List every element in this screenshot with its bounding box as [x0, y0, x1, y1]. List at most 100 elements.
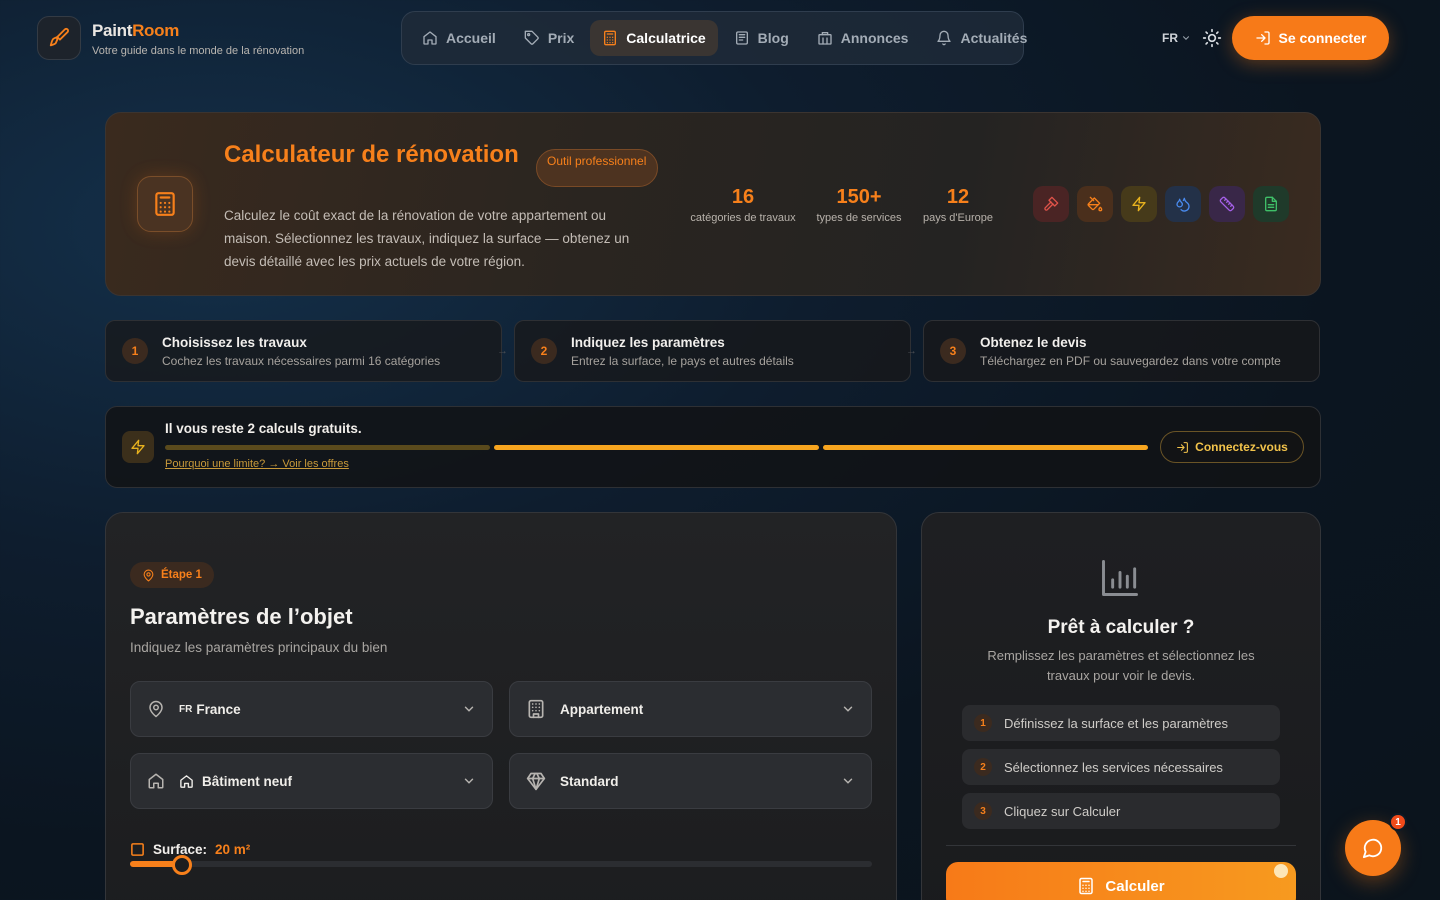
language-selector[interactable]: FR	[1162, 31, 1191, 45]
quota-bar-segment	[165, 445, 490, 450]
brand-name[interactable]: PaintRoom	[92, 21, 179, 41]
step-subtitle: Téléchargez en PDF ou sauvegardez dans v…	[980, 353, 1281, 368]
surface-label: Surface: 20 m²	[130, 842, 250, 857]
nav-label: Blog	[757, 30, 789, 46]
hero-icon-box	[137, 176, 193, 232]
quota-login-button[interactable]: Connectez-vous	[1160, 431, 1304, 463]
paintbrush-icon	[49, 27, 69, 47]
summary-step-label: Cliquez sur Calculer	[1004, 803, 1121, 819]
stat-label: catégories de travaux	[690, 212, 796, 224]
logo[interactable]	[37, 16, 81, 60]
category-chip[interactable]	[1077, 186, 1113, 222]
login-icon	[1177, 441, 1189, 453]
summary-step: 2 Sélectionnez les services nécessaires	[962, 749, 1280, 785]
chat-bubble-icon	[1362, 838, 1383, 859]
hero-badge: Outil professionnel	[536, 149, 658, 187]
category-chip[interactable]	[1165, 186, 1201, 222]
quota-login-label: Connectez-vous	[1195, 440, 1288, 454]
quota-bar-segment	[494, 445, 819, 450]
theme-toggle[interactable]	[1202, 28, 1222, 48]
diamond-icon	[526, 772, 546, 791]
category-chip[interactable]	[1121, 186, 1157, 222]
property-type-value: Appartement	[560, 701, 644, 717]
chat-notification-badge: 1	[1389, 813, 1407, 831]
building-icon	[528, 699, 544, 719]
panel-title: Paramètres de l’objet	[130, 604, 353, 629]
panel-subtitle: Indiquez les paramètres principaux du bi…	[130, 640, 388, 655]
nav-item-prix[interactable]: Prix	[512, 20, 586, 56]
calculator-icon	[604, 30, 617, 46]
summary-step: 1 Définissez la surface et les paramètre…	[962, 705, 1280, 741]
home-icon	[423, 31, 437, 45]
quality-select[interactable]: Standard	[509, 753, 872, 809]
nav-item-actualites[interactable]: Actualités	[924, 20, 1039, 56]
step-title: Obtenez le devis	[980, 334, 1087, 350]
quota-title: Il vous reste 2 calculs gratuits.	[165, 421, 362, 436]
chevron-down-icon	[464, 778, 474, 784]
login-label: Se connecter	[1278, 30, 1367, 46]
hero-description: Calculez le coût exact de la rénovation …	[224, 208, 630, 269]
summary-step-label: Sélectionnez les services nécessaires	[1004, 759, 1223, 775]
quota-offers-link[interactable]: Pourquoi une limite? → Voir les offres	[165, 458, 349, 470]
step-subtitle: Entrez la surface, le pays et autres dét…	[571, 353, 794, 368]
stat-value: 150+	[836, 186, 882, 208]
nav-item-calculatrice[interactable]: Calculatrice	[590, 20, 718, 56]
summary-step-label: Définissez la surface et les paramètres	[1004, 715, 1228, 731]
step-card-3: 3 Obtenez le devis Téléchargez en PDF ou…	[923, 320, 1320, 382]
nav-label: Prix	[547, 30, 575, 46]
droplets-icon	[1176, 197, 1190, 212]
surface-slider-track[interactable]	[130, 861, 872, 867]
country-select[interactable]: FR France	[130, 681, 493, 737]
step-subtitle: Cochez les travaux nécessaires parmi 16 …	[162, 353, 441, 368]
category-chip[interactable]	[1253, 186, 1289, 222]
lightning-icon	[1132, 196, 1146, 212]
step-title: Choisissez les travaux	[162, 334, 307, 350]
summary-subtitle: Remplissez les paramètres et sélectionne…	[987, 648, 1255, 683]
category-chip[interactable]	[1033, 186, 1069, 222]
building-type-select[interactable]: Bâtiment neuf	[130, 753, 493, 809]
file-icon	[1265, 196, 1277, 212]
map-pin-icon	[149, 700, 163, 718]
summary-title: Prêt à calculer ?	[1047, 617, 1195, 638]
stat-value: 16	[731, 186, 755, 208]
quota-bar-segment	[823, 445, 1148, 450]
chevron-down-icon	[843, 706, 853, 712]
login-icon	[1255, 31, 1270, 45]
calculator-icon	[1079, 877, 1094, 895]
surface-slider-thumb[interactable]	[171, 855, 192, 875]
paint-bucket-icon	[1087, 196, 1103, 212]
stat-label: pays d'Europe	[923, 212, 993, 224]
step-badge: Étape 1	[130, 562, 214, 588]
stat-label: types de services	[816, 212, 902, 224]
summary-step-number: 1	[974, 714, 992, 732]
step-card-1: 1 Choisissez les travaux Cochez les trav…	[105, 320, 502, 382]
category-chip[interactable]	[1209, 186, 1245, 222]
step-card-2: 2 Indiquez les paramètres Entrez la surf…	[514, 320, 911, 382]
calculate-button[interactable]: Calculer	[946, 862, 1296, 900]
sun-icon	[1202, 28, 1222, 48]
brand-part-2: Room	[132, 21, 180, 40]
country-code: FR	[179, 703, 193, 715]
map-pin-icon	[143, 569, 154, 581]
hammer-icon	[1044, 196, 1059, 211]
property-type-select[interactable]: Appartement	[509, 681, 872, 737]
step-number: 3	[940, 338, 966, 364]
nav-item-accueil[interactable]: Accueil	[410, 20, 508, 56]
tag-icon	[524, 30, 539, 45]
arrow-right-icon: →	[906, 345, 917, 357]
step-badge-label: Étape 1	[161, 569, 202, 581]
login-button[interactable]: Se connecter	[1232, 16, 1389, 60]
quality-value: Standard	[560, 773, 619, 789]
newspaper-icon	[735, 31, 748, 45]
bar-chart-icon	[1098, 556, 1142, 600]
stat-countries: 12 pays d'Europe	[918, 186, 998, 224]
nav-item-annonces[interactable]: Annonces	[805, 20, 921, 56]
bell-icon	[937, 30, 952, 46]
calculate-label: Calculer	[1105, 877, 1165, 895]
chevron-down-icon	[1182, 36, 1190, 40]
brand-tagline: Votre guide dans le monde de la rénovati…	[92, 45, 305, 57]
nav-item-blog[interactable]: Blog	[722, 20, 801, 56]
nav-label: Annonces	[840, 30, 909, 46]
square-icon	[131, 843, 144, 856]
main-nav: Accueil Prix Calculatrice Blog Annonces …	[401, 11, 1027, 65]
